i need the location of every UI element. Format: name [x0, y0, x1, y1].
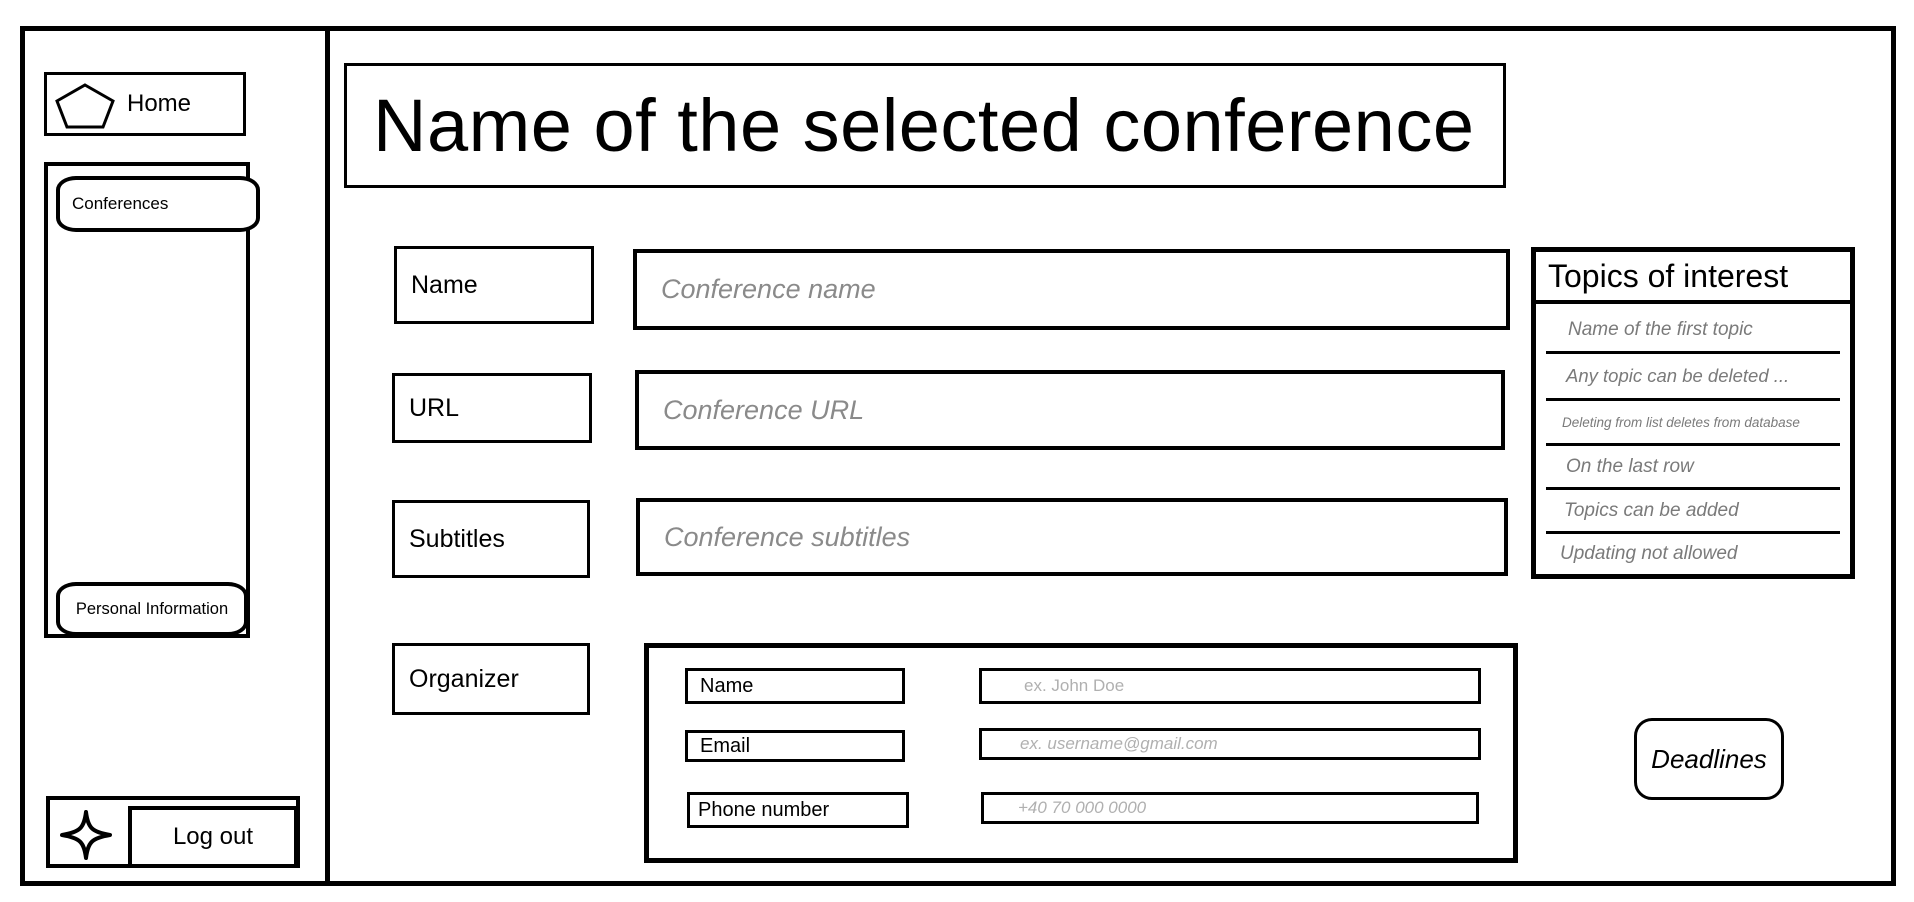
conference-url-input[interactable]: Conference URL [635, 370, 1505, 450]
page-title: Name of the selected conference [373, 84, 1475, 167]
url-label-text: URL [409, 393, 460, 422]
conference-url-placeholder: Conference URL [663, 394, 865, 425]
nav-item-conferences[interactable]: Conferences [56, 176, 260, 232]
star-icon [60, 810, 112, 860]
subtitles-label: Subtitles [392, 500, 590, 578]
organizer-phone-label-text: Phone number [698, 798, 830, 821]
organizer-phone-placeholder: +40 70 000 0000 [1018, 798, 1147, 817]
subtitles-label-text: Subtitles [409, 524, 505, 553]
conference-name-input[interactable]: Conference name [633, 249, 1510, 330]
nav-item-label: Personal Information [75, 599, 229, 618]
organizer-name-placeholder: ex. John Doe [1024, 676, 1125, 695]
deadlines-label: Deadlines [1651, 743, 1767, 774]
nav-panel: Conferences Personal Information [44, 162, 260, 638]
topics-title: Topics of interest [1536, 252, 1850, 304]
topic-item-text: On the last row [1566, 455, 1694, 477]
logout-area: Log out [46, 796, 300, 868]
conference-subtitles-placeholder: Conference subtitles [664, 521, 911, 552]
topic-item-text: Any topic can be deleted ... [1566, 365, 1790, 386]
page-title-box: Name of the selected conference [344, 63, 1506, 188]
topic-item[interactable]: Topics can be added [1546, 490, 1840, 534]
topic-item-text: Topics can be added [1564, 499, 1739, 521]
organizer-panel: Name ex. John Doe Email ex. username@gma… [644, 643, 1518, 863]
topic-item[interactable]: Name of the first topic [1546, 308, 1840, 354]
topic-item[interactable]: Any topic can be deleted ... [1546, 354, 1840, 401]
topics-title-text: Topics of interest [1548, 257, 1789, 294]
topic-item-text: Updating not allowed [1560, 543, 1738, 564]
organizer-name-label-text: Name [700, 674, 754, 697]
url-label: URL [392, 373, 592, 443]
nav-item-personal-information[interactable]: Personal Information [56, 582, 248, 636]
organizer-phone-input[interactable]: +40 70 000 0000 [981, 792, 1479, 824]
organizer-email-label-text: Email [700, 734, 751, 757]
organizer-name-input[interactable]: ex. John Doe [979, 668, 1481, 704]
organizer-name-label: Name [685, 668, 905, 704]
topic-item-text: Name of the first topic [1568, 318, 1753, 340]
home-button[interactable]: Home [44, 72, 246, 136]
organizer-email-input[interactable]: ex. username@gmail.com [979, 728, 1481, 760]
topic-item[interactable]: Deleting from list deletes from database [1546, 401, 1840, 446]
logout-button[interactable]: Log out [128, 806, 298, 868]
conference-name-placeholder: Conference name [661, 274, 876, 304]
conference-subtitles-input[interactable]: Conference subtitles [636, 498, 1508, 576]
organizer-email-placeholder: ex. username@gmail.com [1020, 734, 1218, 753]
home-label: Home [127, 90, 192, 117]
name-label: Name [394, 246, 594, 324]
organizer-email-label: Email [685, 730, 905, 762]
logout-label: Log out [172, 823, 254, 850]
deadlines-button[interactable]: Deadlines [1634, 718, 1784, 800]
pentagon-icon [55, 83, 115, 129]
topic-item-text: Deleting from list deletes from database [1562, 414, 1800, 430]
name-label-text: Name [411, 270, 478, 299]
nav-item-label: Conferences [72, 194, 169, 213]
topic-item[interactable]: On the last row [1546, 446, 1840, 490]
topics-panel: Topics of interest Name of the first top… [1531, 247, 1855, 579]
organizer-label: Organizer [392, 643, 590, 715]
topic-item[interactable]: Updating not allowed [1546, 534, 1840, 574]
organizer-label-text: Organizer [409, 664, 519, 693]
organizer-phone-label: Phone number [687, 792, 909, 828]
